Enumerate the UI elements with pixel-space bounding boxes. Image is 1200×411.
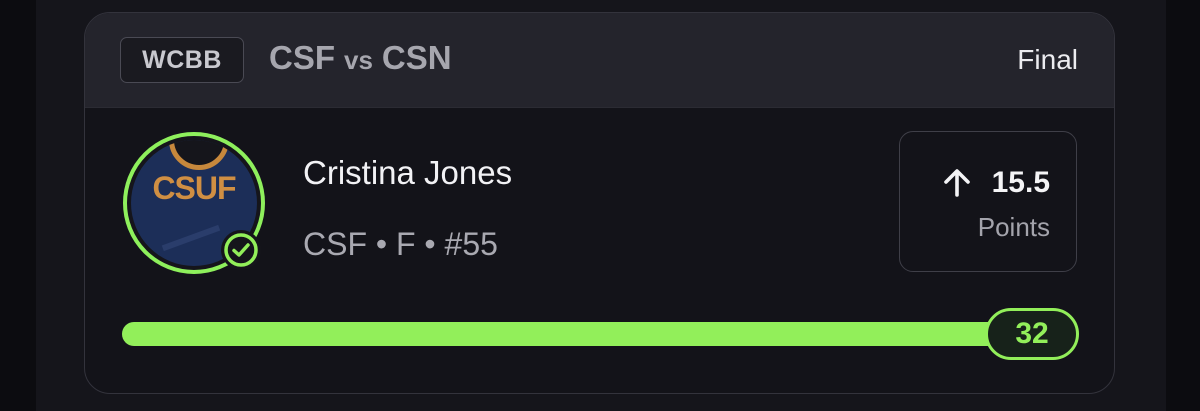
arrow-up-icon (943, 169, 970, 197)
vs-label: vs (344, 45, 373, 75)
home-team: CSF (269, 39, 335, 76)
player-avatar: CSUF (123, 132, 265, 274)
game-status: Final (1017, 44, 1078, 75)
projection-value: 15.5 (991, 166, 1050, 199)
projection-box[interactable]: 15.5 Points (899, 131, 1077, 272)
projection-stat: Points (977, 212, 1050, 242)
league-badge: WCBB (120, 37, 244, 83)
progress-fill (122, 322, 1043, 346)
projection-line: 15.5 (942, 166, 1050, 200)
jersey-text: CSUF (152, 170, 236, 206)
matchup: CSF vs CSN (269, 39, 452, 79)
player-name: Cristina Jones (303, 154, 513, 191)
actual-result-badge: 32 (985, 308, 1079, 360)
away-team: CSN (381, 39, 452, 76)
progress-bar (122, 322, 1043, 346)
pick-card[interactable]: WCBB CSF vs CSN Final CSUF Cristina Jone… (84, 12, 1115, 394)
player-meta: CSF • F • #55 (303, 226, 498, 262)
card-header: WCBB CSF vs CSN Final (85, 13, 1114, 108)
check-circle-icon (221, 230, 261, 270)
